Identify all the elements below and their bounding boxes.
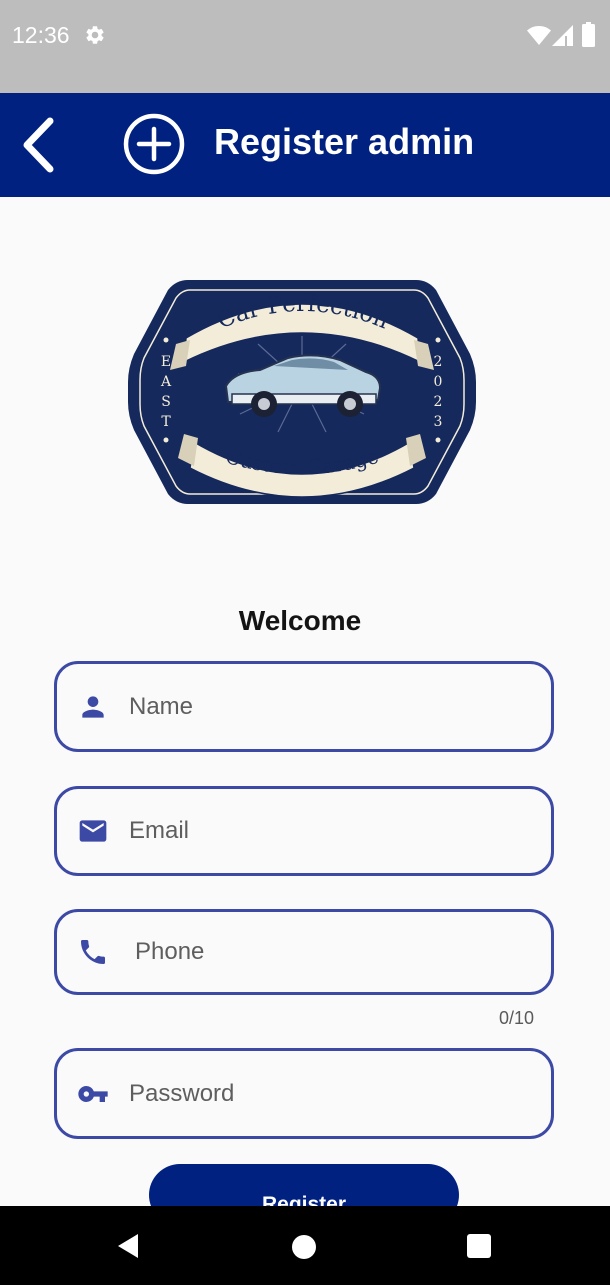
email-input[interactable]: [129, 789, 529, 873]
chevron-left-icon: [23, 117, 54, 173]
phone-input[interactable]: [135, 912, 535, 992]
welcome-heading: Welcome: [238, 605, 362, 636]
logo-left-char: E: [161, 354, 171, 370]
gear-icon: [86, 26, 104, 44]
password-input[interactable]: [129, 1051, 529, 1136]
battery-icon: [582, 22, 595, 47]
phone-char-counter: 0/10: [498, 1008, 534, 1028]
logo-left-char: T: [161, 414, 171, 430]
app-bar: Register admin: [0, 93, 610, 197]
home-circle-icon[interactable]: [292, 1235, 316, 1259]
back-button[interactable]: [10, 113, 66, 177]
logo-left-char: S: [161, 394, 171, 410]
key-icon: [78, 1085, 108, 1102]
phone-field[interactable]: [54, 909, 554, 995]
email-field[interactable]: [54, 786, 554, 876]
person-icon: [82, 695, 104, 718]
mail-icon: [79, 820, 107, 842]
add-circle-icon[interactable]: [122, 112, 186, 176]
logo-left-char: A: [160, 374, 172, 390]
system-nav-bar: [0, 1206, 610, 1285]
page-title: Register admin: [214, 121, 475, 162]
logo-right-char: 0: [434, 374, 443, 390]
logo-right-char: 2: [434, 394, 443, 410]
status-time: 12:36: [12, 22, 70, 48]
back-triangle-icon[interactable]: [116, 1233, 140, 1259]
garage-logo: Car Perfection Custom Garage E A S T 2 0…: [128, 280, 476, 504]
status-bar: 12:36: [0, 0, 610, 93]
logo-right-char: 2: [434, 354, 443, 370]
logo-right-char: 3: [434, 414, 443, 430]
password-field[interactable]: [54, 1048, 554, 1139]
recents-square-icon[interactable]: [467, 1234, 491, 1258]
wifi-icon: [527, 26, 551, 45]
phone-icon: [81, 940, 105, 964]
signal-icon: [552, 25, 573, 46]
name-field[interactable]: [54, 661, 554, 752]
name-input[interactable]: [129, 664, 529, 749]
